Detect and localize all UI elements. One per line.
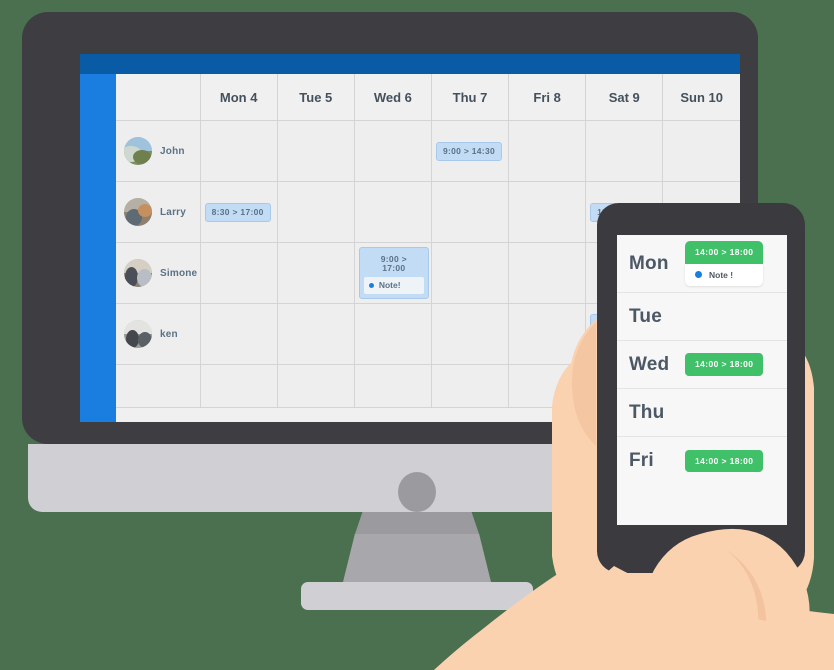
event-note[interactable]: Note! — [363, 277, 424, 294]
person-cell[interactable]: ken — [116, 303, 201, 365]
avatar — [124, 137, 152, 165]
schedule-cell[interactable] — [199, 120, 278, 182]
avatar — [124, 198, 152, 226]
schedule-cell[interactable] — [508, 242, 586, 304]
monitor-stand-base — [301, 582, 533, 610]
column-header-wed[interactable]: Wed 6 — [353, 74, 432, 121]
column-header-sat[interactable]: Sat 9 — [585, 74, 663, 121]
schedule-cell[interactable] — [508, 364, 586, 408]
schedule-cell[interactable] — [199, 242, 278, 304]
person-cell[interactable]: John — [116, 120, 201, 182]
schedule-cell[interactable] — [199, 303, 278, 365]
phone-day-label: Thu — [629, 401, 665, 423]
schedule-cell[interactable] — [353, 364, 432, 408]
phone-row-wed[interactable]: Wed 14:00 > 18:00 — [617, 341, 787, 389]
avatar — [124, 259, 152, 287]
schedule-cell[interactable] — [276, 120, 355, 182]
column-header-person — [116, 74, 201, 121]
person-cell[interactable]: Simone — [116, 242, 201, 304]
schedule-cell[interactable] — [276, 303, 355, 365]
phone-event-stack[interactable]: 14:00 > 18:00 Note ! — [685, 241, 764, 286]
event-badge[interactable]: 8:30 > 17:00 — [204, 203, 271, 222]
phone-time-chip[interactable]: 14:00 > 18:00 — [685, 241, 764, 264]
schedule-cell[interactable] — [508, 181, 586, 243]
schedule-cell[interactable] — [353, 120, 432, 182]
illustration-stage: Mon 4 Tue 5 Wed 6 Thu 7 Fri 8 Sat 9 Sun … — [0, 0, 834, 670]
phone-day-label: Mon — [629, 252, 669, 274]
person-cell[interactable]: Larry — [116, 181, 201, 243]
app-left-sidebar[interactable] — [80, 74, 116, 422]
person-name: Larry — [160, 206, 187, 218]
schedule-cell[interactable] — [430, 364, 509, 408]
schedule-cell[interactable]: 8:30 > 17:00 — [199, 181, 278, 243]
phone-day-label: Tue — [629, 305, 662, 327]
person-name: Simone — [160, 267, 198, 279]
phone-screen: Mon 14:00 > 18:00 Note ! Tue Wed 14:00 >… — [617, 235, 787, 525]
schedule-cell[interactable] — [508, 303, 586, 365]
schedule-cell[interactable] — [508, 120, 586, 182]
column-header-mon[interactable]: Mon 4 — [199, 74, 278, 121]
note-dot-icon — [368, 283, 374, 288]
schedule-cell[interactable] — [430, 303, 509, 365]
phone-row-mon[interactable]: Mon 14:00 > 18:00 Note ! — [617, 235, 787, 293]
event-card[interactable]: 9:00 > 17:00 Note! — [358, 247, 429, 299]
phone-row-thu[interactable]: Thu — [617, 389, 787, 437]
schedule-cell[interactable] — [430, 242, 509, 304]
schedule-cell[interactable] — [276, 364, 355, 408]
person-name: John — [160, 145, 185, 157]
avatar — [124, 320, 152, 348]
person-cell-empty[interactable] — [116, 364, 201, 408]
phone-time-chip[interactable]: 14:00 > 18:00 — [685, 353, 764, 376]
schedule-cell[interactable]: 9:00 > 14:30 — [430, 120, 509, 182]
event-badge[interactable]: 9:00 > 14:30 — [435, 142, 502, 161]
column-header-thu[interactable]: Thu 7 — [430, 74, 509, 121]
event-note-label: Note! — [378, 280, 401, 291]
column-header-fri[interactable]: Fri 8 — [508, 74, 586, 121]
schedule-cell[interactable] — [430, 181, 509, 243]
monitor-logo-dot — [398, 472, 436, 512]
phone-time-chip[interactable]: 14:00 > 18:00 — [685, 449, 764, 473]
phone-day-label: Fri — [629, 450, 654, 471]
column-header-tue[interactable]: Tue 5 — [276, 74, 355, 121]
schedule-cell[interactable] — [199, 364, 278, 408]
schedule-cell[interactable]: 9:00 > 17:00 Note! — [353, 242, 432, 304]
table-header-row: Mon 4 Tue 5 Wed 6 Thu 7 Fri 8 Sat 9 Sun … — [116, 74, 740, 121]
phone-day-label: Wed — [629, 353, 670, 375]
phone-row-tue[interactable]: Tue — [617, 293, 787, 341]
event-time: 9:00 > 17:00 — [380, 254, 407, 273]
schedule-cell[interactable] — [353, 181, 432, 243]
schedule-cell[interactable] — [276, 242, 355, 304]
schedule-cell[interactable] — [276, 181, 355, 243]
phone-note-label: Note ! — [709, 269, 734, 280]
phone-note-card[interactable]: Note ! — [685, 263, 764, 286]
note-dot-icon — [695, 271, 702, 279]
column-header-sun[interactable]: Sun 10 — [662, 74, 740, 121]
schedule-cell[interactable] — [662, 120, 740, 182]
monitor-stand-upper — [355, 512, 479, 534]
phone-row-fri[interactable]: Fri 14:00 > 18:00 — [617, 437, 787, 485]
schedule-cell[interactable] — [353, 303, 432, 365]
app-top-bar — [80, 54, 740, 74]
person-name: ken — [160, 328, 178, 340]
table-row: John 9:00 > 14:30 — [116, 120, 740, 182]
schedule-cell[interactable] — [585, 120, 663, 182]
monitor-stand-lower — [343, 534, 491, 582]
